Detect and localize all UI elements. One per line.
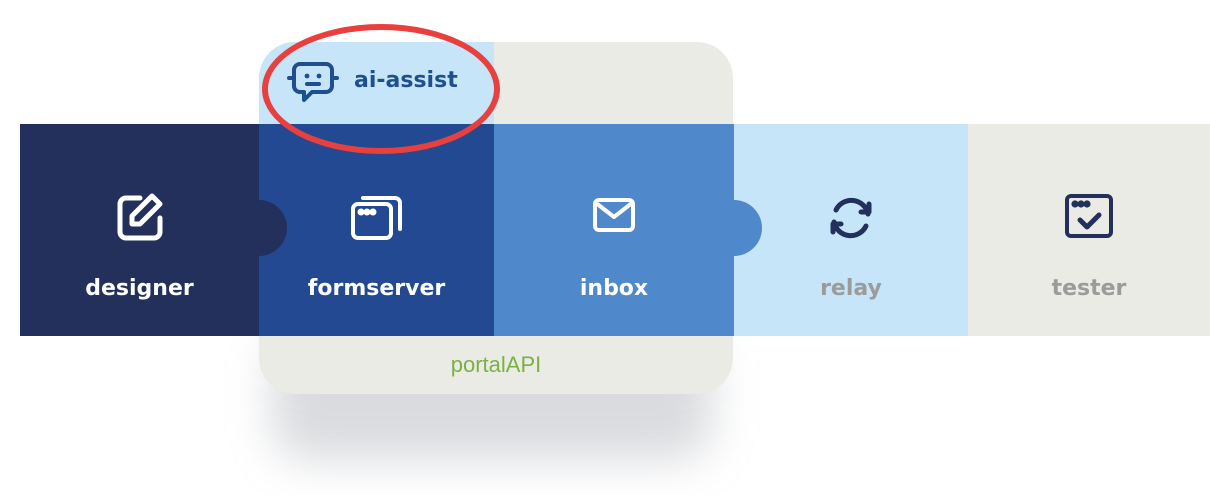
sync-arrows-icon [823, 190, 879, 246]
module-inbox[interactable]: inbox [494, 124, 734, 336]
designer-connector-tab [231, 200, 287, 256]
module-designer-label: designer [85, 276, 194, 301]
module-formserver-label: formserver [307, 276, 446, 301]
module-tester[interactable]: tester [968, 124, 1210, 336]
ai-assist-badge[interactable]: ai-assist [262, 24, 500, 154]
module-formserver[interactable]: formserver [259, 124, 494, 336]
module-designer[interactable]: designer [20, 124, 259, 336]
ai-assist-label: ai-assist [354, 68, 458, 93]
module-relay-label: relay [820, 276, 882, 301]
browser-windows-icon [349, 190, 405, 246]
robot-chat-icon [286, 56, 340, 110]
mail-icon [586, 190, 642, 246]
portal-api-label: portalAPI [450, 352, 542, 377]
inbox-connector-tab [706, 200, 762, 256]
checked-window-icon [1061, 190, 1117, 246]
module-diagram: portalAPI designer formserver inbox rela… [0, 0, 1210, 495]
edit-square-icon [112, 190, 168, 246]
module-tester-label: tester [1051, 276, 1127, 301]
module-inbox-label: inbox [579, 276, 649, 301]
module-relay[interactable]: relay [734, 124, 968, 336]
